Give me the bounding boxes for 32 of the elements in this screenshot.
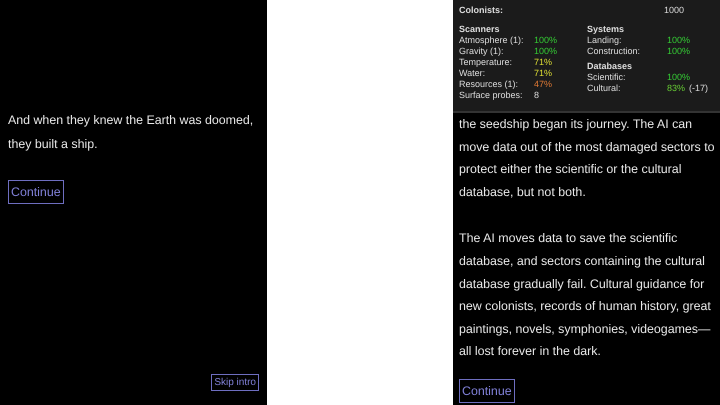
stat-label: Construction: xyxy=(587,46,642,57)
story-paragraph: the seedship began its journey. The AI can move data out of the most damaged sectors to protect either the scientific or the cultural database, but not both. xyxy=(459,116,716,201)
stat-value: 100% xyxy=(667,46,690,57)
stat-value: 71% xyxy=(534,68,552,79)
continue-button[interactable]: Continue xyxy=(459,378,515,403)
section-heading: Systems xyxy=(587,24,626,35)
stat-value: 100% xyxy=(667,35,690,46)
stat-label: Landing: xyxy=(587,35,623,46)
stat-value: 100% xyxy=(667,72,690,83)
skip-intro-button[interactable]: Skip intro xyxy=(211,374,259,391)
stat-label: Gravity (1): xyxy=(459,46,505,57)
stat-value: 83% xyxy=(667,83,686,94)
stat-label: Temperature: xyxy=(459,57,514,68)
stat-label: Surface probes: xyxy=(459,90,524,101)
stat-label: Scientific: xyxy=(587,72,627,83)
intro-text: And when they knew the Earth was doomed, they built a ship. xyxy=(8,112,254,153)
section-heading: Databases xyxy=(587,61,634,72)
stat-label: Colonists: xyxy=(459,5,504,16)
stat-value: 71% xyxy=(534,57,552,68)
stat-value: 8 xyxy=(534,90,540,101)
section-heading: Scanners xyxy=(459,24,501,35)
story-paragraph: The AI moves data to save the scientific database, and sectors containing the cultural database gradually fail. Cultural guidance for new colonists, records of human history, great paintings, novels, symphonies, videogames—all lost forever in the dark. xyxy=(459,230,712,360)
stat-change: (-17) xyxy=(689,83,708,94)
stat-label: Resources (1): xyxy=(459,79,520,90)
stat-value: 47% xyxy=(534,79,552,90)
stat-label: Cultural: xyxy=(587,83,622,94)
continue-button[interactable]: Continue xyxy=(8,180,64,204)
stat-label: Water: xyxy=(459,68,486,79)
stat-value: 100% xyxy=(534,46,558,57)
stat-value: 100% xyxy=(534,35,558,46)
stat-label: Atmosphere (1): xyxy=(459,35,525,46)
stat-value: 1000 xyxy=(664,5,684,16)
